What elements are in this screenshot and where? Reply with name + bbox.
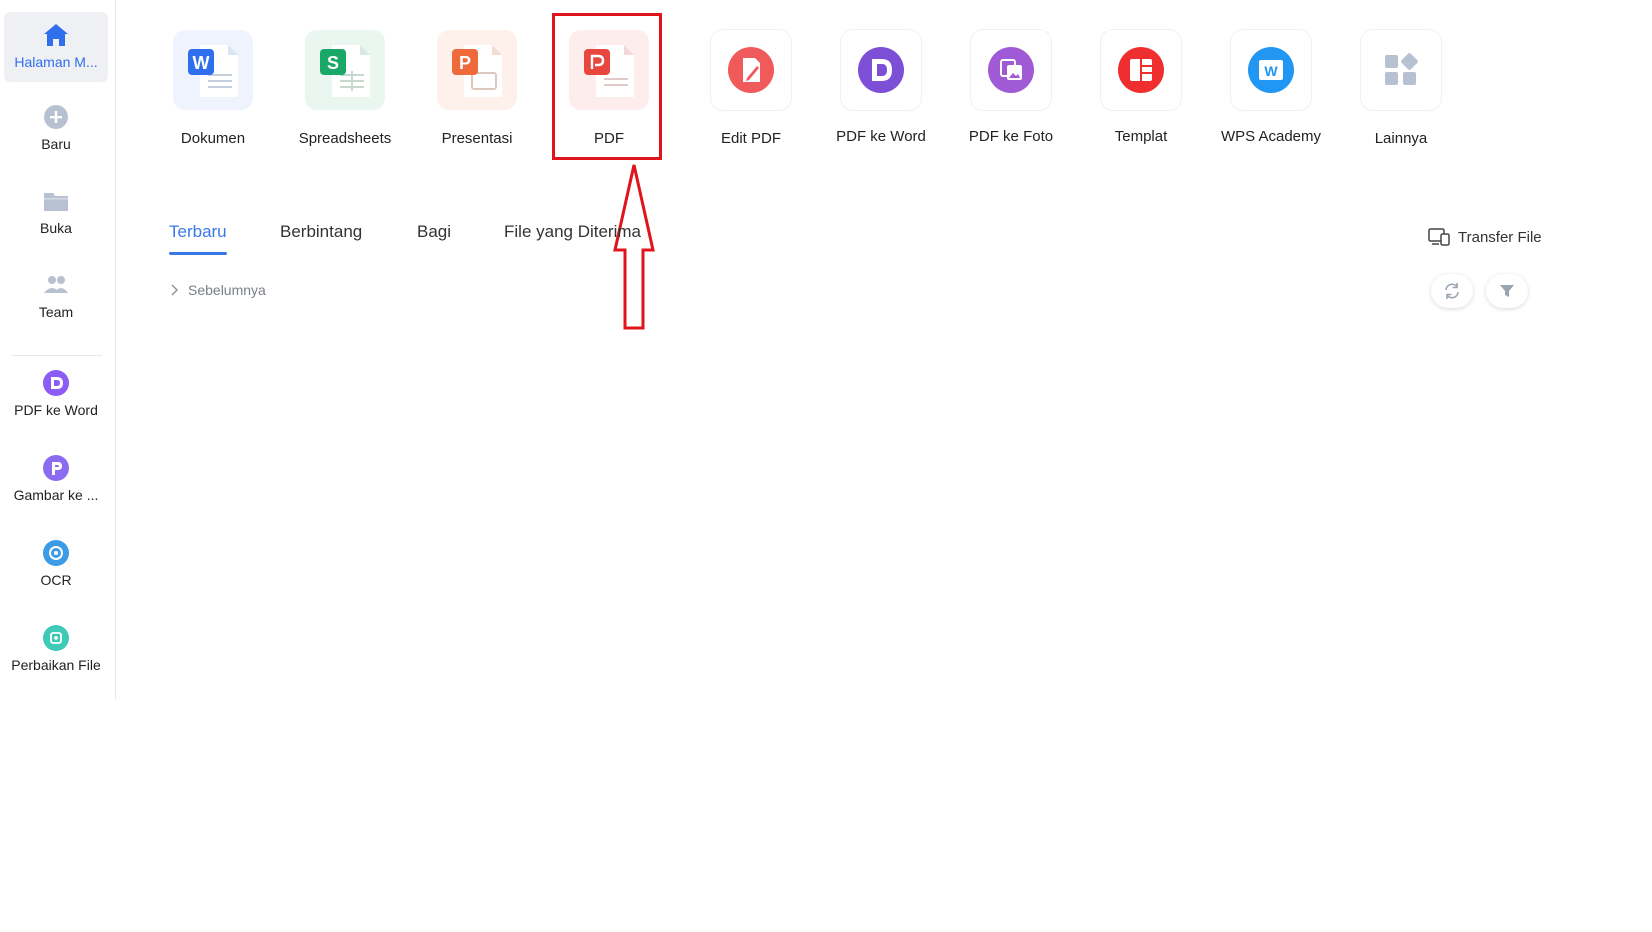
more-apps-icon [1361,30,1441,110]
svg-text:P: P [459,53,471,73]
transfer-file-button[interactable]: Transfer File [1428,228,1542,246]
svg-text:W: W [193,53,210,73]
pdf-to-photo-icon [971,30,1051,110]
sidebar-item-image-to-text[interactable]: Gambar ke ... [4,455,108,503]
filter-button[interactable] [1486,274,1528,308]
team-icon [44,276,68,293]
app-label: PDF [594,130,624,147]
app-edit-pdf[interactable]: Edit PDF [686,30,816,147]
sidebar-item-label: Buka [40,220,72,236]
template-icon [1101,30,1181,110]
app-spreadsheets[interactable]: S Spreadsheets [280,30,410,147]
app-label: Presentasi [441,130,513,147]
sidebar-item-label: PDF ke Word [14,402,98,418]
pdf-to-word-icon [43,370,69,396]
sidebar: Halaman M... Baru Buka Team PDF ke Word [0,0,116,700]
app-templat[interactable]: Templat [1076,30,1206,145]
file-repair-icon [43,625,69,651]
ocr-icon [43,540,69,566]
app-label: Templat [1114,128,1168,145]
sidebar-item-label: Perbaikan File [11,657,101,673]
sidebar-item-new[interactable]: Baru [4,104,108,152]
app-label: WPS Academy [1220,128,1322,145]
sidebar-item-label: Baru [41,136,71,152]
svg-text:S: S [327,53,339,73]
app-lainnya[interactable]: Lainnya [1336,30,1466,147]
app-presentasi[interactable]: P Presentasi [412,30,542,147]
up-arrow-annotation [613,164,655,330]
writer-icon: W [173,30,253,110]
refresh-button[interactable] [1431,274,1473,308]
presentation-icon: P [437,30,517,110]
app-label: Spreadsheets [298,130,392,147]
svg-text:W: W [1264,63,1278,79]
previous-section-toggle[interactable]: Sebelumnya [170,282,266,298]
app-label: PDF ke Word [836,128,926,145]
sidebar-divider [12,355,102,356]
sidebar-item-label: Halaman M... [14,54,98,70]
sidebar-item-pdf-to-word[interactable]: PDF ke Word [4,370,108,418]
app-pdf-to-photo[interactable]: PDF ke Foto [946,30,1076,145]
app-wps-academy[interactable]: W WPS Academy [1206,30,1336,145]
sidebar-item-label: Gambar ke ... [13,487,99,503]
edit-pdf-icon [711,30,791,110]
wps-academy-icon: W [1231,30,1311,110]
sidebar-item-team[interactable]: Team [4,272,108,320]
app-pdf[interactable]: PDF [544,30,674,147]
sidebar-item-home[interactable]: Halaman M... [4,12,108,82]
app-label: Dokumen [180,130,246,147]
transfer-file-label: Transfer File [1458,228,1542,246]
filter-icon [1500,285,1514,297]
tab-recent[interactable]: Terbaru [169,222,227,255]
spreadsheet-icon: S [305,30,385,110]
sidebar-item-label: OCR [40,572,72,588]
sidebar-item-open[interactable]: Buka [4,188,108,236]
transfer-file-icon [1428,228,1450,246]
pdf-to-word-icon [841,30,921,110]
app-label: PDF ke Foto [968,128,1054,145]
tab-received[interactable]: File yang Diterima [504,222,641,242]
sidebar-item-file-repair[interactable]: Perbaikan File [4,625,108,673]
app-label: Edit PDF [720,130,781,147]
previous-label: Sebelumnya [188,282,266,298]
sidebar-item-label: Team [38,304,74,320]
app-pdf-to-word[interactable]: PDF ke Word [816,30,946,145]
folder-icon [44,193,68,211]
pdf-icon [569,30,649,110]
sidebar-item-ocr[interactable]: OCR [4,540,108,588]
tab-shared[interactable]: Bagi [417,222,451,242]
refresh-icon [1445,283,1459,299]
home-icon [44,24,68,46]
image-to-text-icon [43,455,69,481]
plus-circle-icon [44,105,68,129]
tab-starred[interactable]: Berbintang [280,222,362,242]
app-label: Lainnya [1374,130,1428,147]
chevron-right-icon [171,284,178,296]
app-dokumen[interactable]: W Dokumen [148,30,278,147]
